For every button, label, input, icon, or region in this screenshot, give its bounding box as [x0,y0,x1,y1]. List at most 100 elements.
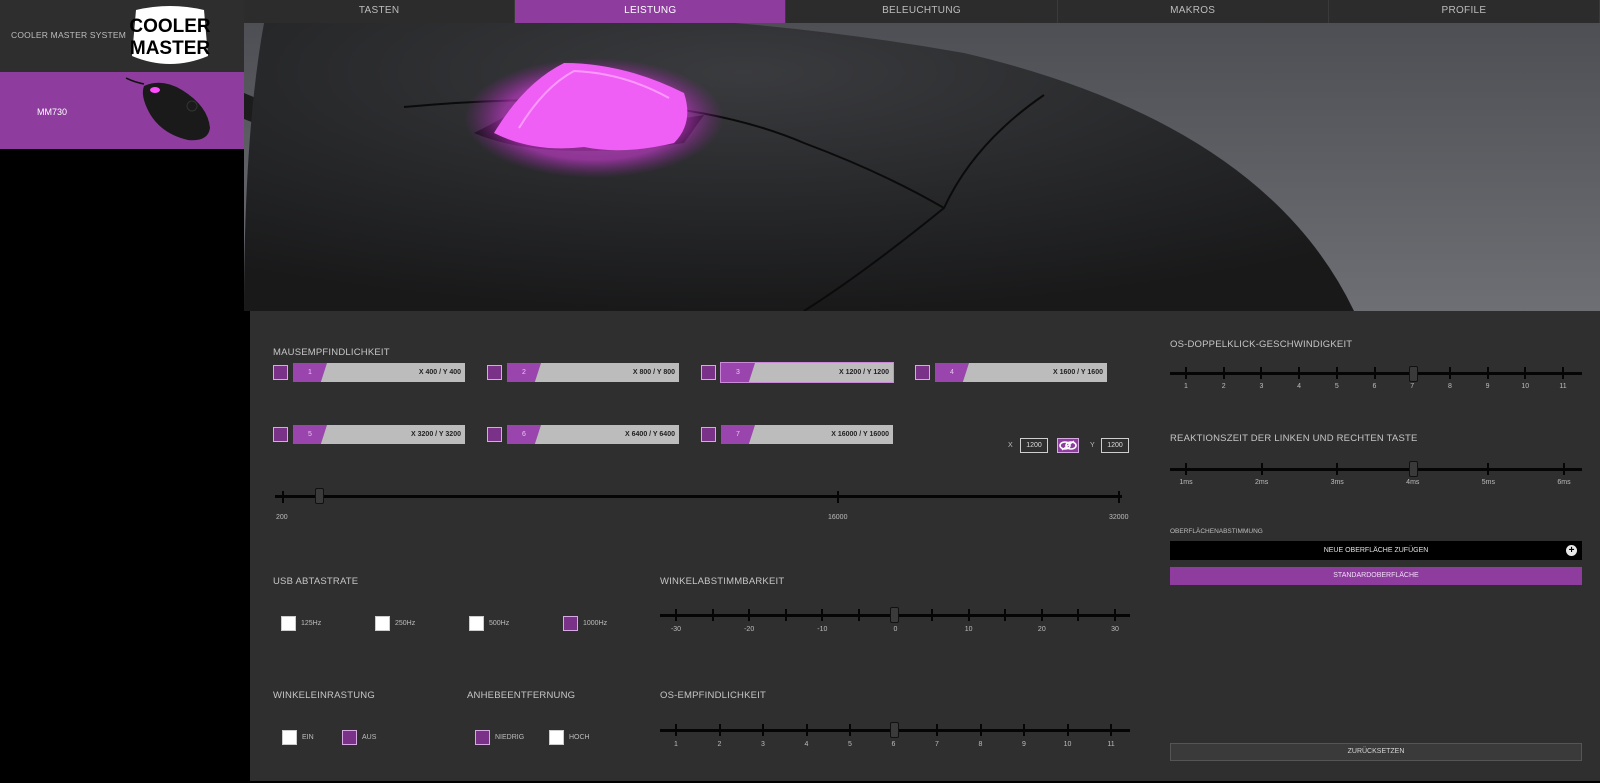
slider-tick-label: 3 [761,741,765,748]
tab-makros[interactable]: MAKROS [1058,0,1329,23]
dpi-preset-2-checkbox[interactable] [487,365,502,380]
dpi-preset-3[interactable]: 3 X 1200 / Y 1200 [720,362,894,383]
angle-snap-off-label: AUS [362,734,377,741]
x-dpi-input[interactable]: 1200 [1020,438,1048,453]
dpi-preset-value: X 1600 / Y 1600 [1053,369,1103,376]
slider-minor-tick [857,609,860,621]
dpi-preset-number: 1 [293,363,327,382]
slider-tick-label: 0 [893,626,898,633]
dpi-slider-handle[interactable] [315,488,324,504]
usb-rate-250-checkbox[interactable] [375,616,390,631]
response-time-title: REAKTIONSZEIT DER LINKEN UND RECHTEN TAS… [1170,433,1418,444]
slider-tick-label: 4ms [1406,479,1420,486]
lift-off-low-label: NIEDRIG [495,734,525,741]
usb-rate-125-checkbox[interactable] [281,616,296,631]
link-xy-button[interactable] [1057,438,1079,453]
os-sensitivity-handle[interactable] [890,722,899,738]
double-click-handle[interactable] [1409,366,1418,382]
slider-tick-label: 3 [1259,383,1264,390]
dpi-preset-4[interactable]: 4 X 1600 / Y 1600 [935,363,1107,382]
angle-snap-on-checkbox[interactable] [282,730,297,745]
slider-tick [1114,609,1116,621]
dpi-preset-1-checkbox[interactable] [273,365,288,380]
slider-tick [748,609,751,621]
slider-tick [1040,609,1043,621]
slider-tick-label: 6 [891,741,896,748]
dpi-preset-value: X 800 / Y 800 [632,369,675,376]
dpi-preset-4-checkbox[interactable] [915,365,930,380]
dpi-preset-7-checkbox[interactable] [701,427,716,442]
dpi-preset-value: X 16000 / Y 16000 [831,431,889,438]
dpi-slider-tick [282,491,284,503]
tab-leistung[interactable]: LEISTUNG [515,0,787,23]
dpi-preset-6-checkbox[interactable] [487,427,502,442]
dpi-slider-mid-label: 16000 [828,514,848,521]
usb-rate-1000-checkbox[interactable] [563,616,578,631]
slider-tick [1562,367,1564,379]
slider-tick-label: 6ms [1557,479,1571,486]
slider-tick-label: 9 [1022,741,1026,748]
slider-tick-label: -10 [817,626,828,633]
add-surface-label: NEUE OBERFLÄCHE ZUFÜGEN [1323,547,1429,554]
slider-tick [1298,367,1301,379]
angle-snap-off-checkbox[interactable] [342,730,357,745]
slider-tick-label: 2 [1221,383,1226,390]
double-click-track[interactable] [1170,372,1582,375]
slider-tick [967,609,970,621]
dpi-preset-5[interactable]: 5 X 3200 / Y 3200 [293,425,465,444]
tab-profile[interactable]: PROFILE [1329,0,1600,23]
lift-off-low-checkbox[interactable] [475,730,490,745]
slider-tick-label: 8 [1447,383,1452,390]
top-nav: TASTEN LEISTUNG BELEUCHTUNG MAKROS PROFI… [244,0,1600,23]
lift-off-high-checkbox[interactable] [549,730,564,745]
os-sensitivity-title: OS-EMPFINDLICHKEIT [660,690,766,701]
slider-tick [675,609,677,621]
usb-rate-500-checkbox[interactable] [469,616,484,631]
brand-system-label: COOLER MASTER SYSTEM [11,30,126,40]
add-surface-button[interactable]: NEUE OBERFLÄCHE ZUFÜGEN + [1170,541,1582,560]
slider-tick-label: 20 [1037,626,1046,633]
response-time-track[interactable] [1170,468,1582,471]
slider-tick-label: 5ms [1481,479,1495,486]
surface-title: OBERFLÄCHENABSTIMMUNG [1170,528,1263,535]
default-surface-button[interactable]: STANDARDOBERFLÄCHE [1170,567,1582,585]
usb-rate-250-label: 250Hz [395,620,416,627]
dpi-preset-6[interactable]: 6 X 6400 / Y 6400 [507,425,679,444]
dpi-slider-max-label: 32000 [1109,514,1129,521]
slider-tick [1023,724,1025,736]
dpi-preset-7[interactable]: 7 X 16000 / Y 16000 [721,425,893,444]
slider-minor-tick [1004,609,1007,621]
tab-beleuchtung[interactable]: BELEUCHTUNG [786,0,1058,23]
tab-tasten[interactable]: TASTEN [244,0,516,23]
slider-tick-label: 8 [978,741,983,748]
slider-tick [1066,724,1069,736]
reset-button[interactable]: ZURÜCKSETZEN [1170,743,1582,761]
dpi-preset-value: X 6400 / Y 6400 [625,431,675,438]
dpi-preset-number: 4 [935,363,969,382]
slider-minor-tick [784,609,787,621]
dpi-preset-1[interactable]: 1 X 400 / Y 400 [293,363,465,382]
dpi-preset-2[interactable]: 2 X 800 / Y 800 [507,363,679,382]
response-time-handle[interactable] [1409,461,1418,477]
dpi-slider-track[interactable] [275,495,1122,498]
mouse-hero-image [244,23,1600,311]
y-dpi-input[interactable]: 1200 [1101,438,1129,453]
dpi-slider-tick [837,491,839,503]
dpi-preset-3-checkbox[interactable] [701,365,716,380]
slider-tick-label: 5 [848,741,852,748]
dpi-preset-value: X 1200 / Y 1200 [839,369,889,376]
chain-link-icon [1059,440,1077,451]
sensitivity-title: MAUSEMPFINDLICHKEIT [273,347,390,358]
lift-off-high-label: HOCH [569,734,590,741]
slider-tick-label: 1ms [1179,479,1193,486]
slider-tick-label: 4 [804,741,809,748]
dpi-slider-min-label: 200 [276,514,288,521]
dpi-preset-number: 6 [507,425,541,444]
slider-tick [979,724,982,736]
lift-off-title: ANHEBEENTFERNUNG [467,690,576,701]
dpi-preset-5-checkbox[interactable] [273,427,288,442]
angle-tuning-handle[interactable] [890,607,899,623]
slider-minor-tick [931,609,934,621]
angle-snap-title: WINKELEINRASTUNG [273,690,375,701]
slider-tick [1524,367,1527,379]
